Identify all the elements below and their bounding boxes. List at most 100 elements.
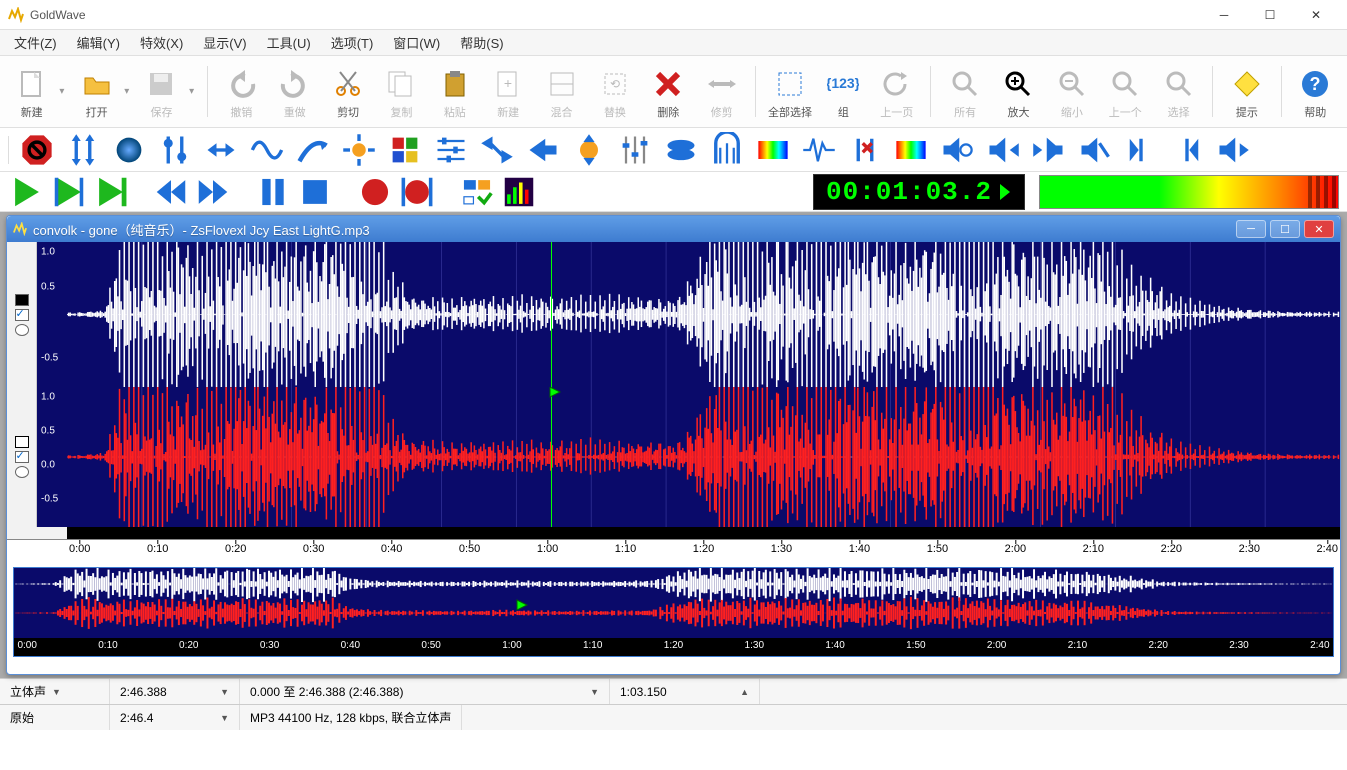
status-range[interactable]: 0.000 至 2:46.388 (2:46.388)▼: [240, 679, 610, 704]
fx-spectrum-button[interactable]: [893, 132, 929, 168]
transport-rew-button[interactable]: [152, 175, 190, 209]
transport-pause-button[interactable]: [254, 175, 292, 209]
fx-spk-play-button[interactable]: [1215, 132, 1251, 168]
toolbar-open-button[interactable]: 打开: [71, 58, 122, 125]
waveform-right[interactable]: [67, 387, 1340, 527]
open-icon: [81, 68, 113, 100]
fx-sliders-v-button[interactable]: [617, 132, 653, 168]
doc-titlebar[interactable]: convolk - gone（纯音乐）- ZsFlovexl Jcy East …: [7, 216, 1340, 242]
status-length[interactable]: 2:46.388▼: [110, 679, 240, 704]
fx-arrows-in-button[interactable]: [203, 132, 239, 168]
fx-ball-button[interactable]: [111, 132, 147, 168]
toolbar-save-dropdown[interactable]: ▾: [189, 58, 199, 125]
zoomsel-icon: [1163, 68, 1195, 100]
fx-curve-up-button[interactable]: [295, 132, 331, 168]
waveform-left[interactable]: [67, 242, 1340, 387]
new-icon: [16, 68, 48, 100]
toolbar-open-dropdown[interactable]: ▾: [124, 58, 134, 125]
transport-rec-button[interactable]: [356, 175, 394, 209]
minimize-button[interactable]: ─: [1201, 0, 1247, 30]
selection-bar[interactable]: [7, 527, 1340, 539]
menu-item-5[interactable]: 选项(T): [321, 30, 384, 55]
ch-left-check[interactable]: [15, 309, 29, 321]
fx-wave-sine-button[interactable]: [249, 132, 285, 168]
ruler-tick: 0:30: [260, 640, 279, 651]
fx-mosaic-button[interactable]: [387, 132, 423, 168]
fx-marker-x-button[interactable]: [847, 132, 883, 168]
ruler-tick: 2:40: [1310, 640, 1329, 651]
toolbar-new-dropdown[interactable]: ▾: [59, 58, 69, 125]
doc-close-button[interactable]: ✕: [1304, 220, 1334, 238]
transport-rec-sel-button[interactable]: [398, 175, 436, 209]
fx-spk-right-button[interactable]: [1031, 132, 1067, 168]
mdi-area: convolk - gone（纯音乐）- ZsFlovexl Jcy East …: [0, 212, 1347, 678]
time-value: 00:01:03.2: [826, 177, 992, 207]
menu-item-0[interactable]: 文件(Z): [4, 30, 67, 55]
pastenew-icon: +: [492, 68, 524, 100]
toolbar-zoomin-button[interactable]: 放大: [993, 58, 1044, 125]
menu-item-2[interactable]: 特效(X): [130, 30, 193, 55]
svg-text:{123}: {123}: [827, 75, 859, 91]
fx-expand-v-button[interactable]: [571, 132, 607, 168]
toolbar-delete-button[interactable]: 删除: [643, 58, 694, 125]
fx-tuning-button[interactable]: [157, 132, 193, 168]
doc-minimize-button[interactable]: ─: [1236, 220, 1266, 238]
transport-stop-button[interactable]: [296, 175, 334, 209]
toolbar-group-button[interactable]: {123}组: [818, 58, 869, 125]
toolbar-new-button[interactable]: 新建: [6, 58, 57, 125]
toolbar-help-button[interactable]: ?帮助: [1290, 58, 1341, 125]
status-channels[interactable]: 立体声▼: [0, 679, 110, 704]
fx-stop-sign-button[interactable]: [19, 132, 55, 168]
ch-right-check[interactable]: [15, 451, 29, 463]
status-bar-2: 原始 2:46.4▼ MP3 44100 Hz, 128 kbps, 联合立体声: [0, 704, 1347, 730]
transport-opts-button[interactable]: [458, 175, 496, 209]
transport-play-sel-button[interactable]: [50, 175, 88, 209]
menu-item-7[interactable]: 帮助(S): [450, 30, 513, 55]
toolbar-selall-button[interactable]: 全部选择: [764, 58, 815, 125]
document-window: convolk - gone（纯音乐）- ZsFlovexl Jcy East …: [6, 215, 1341, 675]
menu-item-3[interactable]: 显示(V): [193, 30, 256, 55]
selall-icon: [774, 68, 806, 100]
overview-waveform[interactable]: 0:000:100:200:300:400:501:001:101:201:30…: [13, 567, 1334, 657]
fx-sliders-h-button[interactable]: [433, 132, 469, 168]
fx-spk-mute-button[interactable]: [939, 132, 975, 168]
redo-icon: [279, 68, 311, 100]
menu-item-1[interactable]: 编辑(Y): [67, 30, 130, 55]
maximize-button[interactable]: ☐: [1247, 0, 1293, 30]
fx-spk-left-button[interactable]: [985, 132, 1021, 168]
transport-ffwd-button[interactable]: [194, 175, 232, 209]
transport-vis-button[interactable]: [500, 175, 538, 209]
fx-rainbow-button[interactable]: [755, 132, 791, 168]
fx-spk-off-button[interactable]: [1077, 132, 1113, 168]
ruler-tick: 1:20: [664, 640, 683, 651]
fx-trim-r-button[interactable]: [1169, 132, 1205, 168]
svg-text:⟲: ⟲: [610, 77, 620, 91]
fx-pill-button[interactable]: [663, 132, 699, 168]
transport-play-loop-button[interactable]: [92, 175, 130, 209]
ch-left-box[interactable]: [15, 294, 29, 306]
toolbar-cut-button[interactable]: 剪切: [322, 58, 373, 125]
status-cursor[interactable]: 1:03.150▲: [610, 679, 760, 704]
toolbar-cue-button[interactable]: 提示: [1221, 58, 1272, 125]
transport-play-button[interactable]: [8, 175, 46, 209]
ch-left-radio[interactable]: [15, 324, 29, 336]
ruler-tick: 1:40: [825, 640, 844, 651]
doc-maximize-button[interactable]: ☐: [1270, 220, 1300, 238]
toolbar-mix-button: 混合: [536, 58, 587, 125]
status-length2[interactable]: 2:46.4▼: [110, 705, 240, 730]
ruler-tick: 0:10: [147, 543, 168, 555]
fx-arrows-v-button[interactable]: [65, 132, 101, 168]
close-button[interactable]: ✕: [1293, 0, 1339, 30]
menu-item-4[interactable]: 工具(U): [257, 30, 321, 55]
time-ruler[interactable]: 0:000:100:200:300:400:501:001:101:201:30…: [7, 539, 1340, 565]
ch-right-radio[interactable]: [15, 466, 29, 478]
menu-item-6[interactable]: 窗口(W): [383, 30, 450, 55]
fx-dual-arrow-button[interactable]: [479, 132, 515, 168]
ch-right-box[interactable]: [15, 436, 29, 448]
fx-arrow-left-button[interactable]: [525, 132, 561, 168]
fx-gate-button[interactable]: [709, 132, 745, 168]
fx-trim-l-button[interactable]: [1123, 132, 1159, 168]
fx-sun-gear-button[interactable]: [341, 132, 377, 168]
fx-pulse-button[interactable]: [801, 132, 837, 168]
toolbar-paste-button: 粘贴: [429, 58, 480, 125]
